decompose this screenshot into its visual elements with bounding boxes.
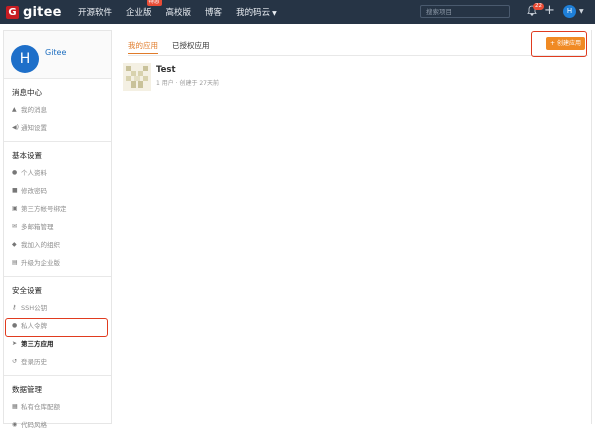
- logo-text: gitee: [23, 4, 62, 20]
- nav-enterprise[interactable]: 企业版 特惠: [126, 0, 162, 18]
- user-icon: ●: [12, 169, 18, 176]
- settings-sidebar: H Gitee 消息中心 ▲ 我的消息 ◀) 通知设置 基本设置 ● 个人资料 ■ 修改…: [3, 30, 112, 429]
- team-icon: ◆: [12, 241, 17, 248]
- chevron-down-icon[interactable]: ▼: [579, 8, 584, 15]
- profile-name[interactable]: Gitee: [45, 48, 66, 57]
- promo-badge: 特惠: [146, 0, 162, 6]
- app-name[interactable]: Test: [156, 65, 176, 75]
- sidebar-item-upgrade[interactable]: ▤ 升级为企业版: [4, 254, 111, 272]
- section-title: 数据管理: [12, 385, 42, 394]
- notification-count-badge: 22: [533, 3, 544, 10]
- sidebar-item-my-messages[interactable]: ▲ 我的消息: [4, 101, 111, 119]
- tab-authorized-apps[interactable]: 已授权应用: [172, 40, 210, 54]
- section-title: 消息中心: [12, 88, 42, 97]
- search-input[interactable]: 搜索项目: [420, 5, 510, 18]
- app-meta: 1 用户 · 创建于 27天前: [156, 80, 219, 87]
- sidebar-item-notification-settings[interactable]: ◀) 通知设置: [4, 119, 111, 137]
- sidebar-item-profile[interactable]: ● 个人资料: [4, 164, 111, 182]
- sidebar-item-organizations[interactable]: ◆ 我加入的组织: [4, 236, 111, 254]
- sidebar-item-emails[interactable]: ✉ 多邮箱管理: [4, 218, 111, 236]
- sidebar-item-label: 登录历史: [21, 358, 47, 366]
- sidebar-item-label: 第三方应用: [21, 340, 54, 348]
- plus-icon[interactable]: +: [544, 3, 555, 18]
- nav-blog[interactable]: 博客: [205, 6, 222, 18]
- sidebar-item-label: 通知设置: [21, 124, 47, 132]
- sidebar-item-third-party-apps[interactable]: ➤ 第三方应用: [4, 335, 111, 353]
- sidebar-section-basic: 基本设置 ● 个人资料 ■ 修改密码 ▣ 第三方帐号绑定 ✉ 多邮箱管理 ◆ 我加入的组织…: [4, 142, 111, 277]
- key-icon: ⚷: [12, 304, 17, 311]
- volume-icon: ◀): [12, 124, 19, 131]
- sidebar-item-label: 修改密码: [21, 187, 47, 195]
- sidebar-item-label: 代码风格: [21, 421, 47, 429]
- chevron-down-icon: ▼: [272, 10, 277, 17]
- main-content: 我的应用 已授权应用 + 创建应用 Test 1 用户 · 创建于 27天前: [112, 30, 592, 424]
- nav-enterprise-label: 企业版: [126, 8, 152, 18]
- sidebar-item-label: 升级为企业版: [21, 259, 60, 267]
- nav-open-source[interactable]: 开源软件: [78, 6, 112, 18]
- sidebar-item-ssh-keys[interactable]: ⚷ SSH公钥: [4, 299, 111, 317]
- card-icon: ▣: [12, 205, 18, 212]
- sidebar-item-label: 第三方帐号绑定: [21, 205, 67, 213]
- sidebar-item-label: SSH公钥: [21, 304, 48, 312]
- avatar[interactable]: H: [11, 45, 39, 73]
- main-nav: 开源软件 企业版 特惠 高校版 博客 我的码云 ▼: [78, 0, 291, 24]
- nav-education[interactable]: 高校版: [166, 6, 192, 18]
- database-icon: ▦: [12, 403, 18, 410]
- annotation-highlight-third-party-apps: [5, 318, 108, 337]
- sidebar-item-label: 个人资料: [21, 169, 47, 177]
- sidebar-section-messages: 消息中心 ▲ 我的消息 ◀) 通知设置: [4, 79, 111, 142]
- profile-card: H Gitee: [4, 31, 111, 79]
- nav-my-gitee-label: 我的码云: [236, 8, 271, 18]
- lock-icon: ■: [12, 187, 18, 194]
- section-title: 基本设置: [12, 151, 42, 160]
- annotation-highlight-create-button: [531, 31, 587, 57]
- sidebar-item-code-style[interactable]: ◉ 代码风格: [4, 416, 111, 434]
- palette-icon: ◉: [12, 421, 18, 428]
- logo-mark: G: [6, 5, 19, 19]
- top-navbar: G gitee 开源软件 企业版 特惠 高校版 博客 我的码云 ▼ 搜索项目 22…: [0, 0, 595, 24]
- sidebar-item-label: 我的消息: [21, 106, 47, 114]
- tab-divider: [128, 55, 588, 56]
- sidebar-section-data: 数据管理 ▦ 私有仓库配额 ◉ 代码风格: [4, 376, 111, 438]
- history-icon: ↺: [12, 358, 18, 365]
- rocket-icon: ➤: [12, 340, 18, 347]
- user-avatar[interactable]: H: [563, 5, 576, 18]
- sidebar-item-label: 我加入的组织: [21, 241, 60, 249]
- mail-icon: ✉: [12, 223, 18, 230]
- app-identicon: [123, 63, 151, 91]
- gitee-logo[interactable]: G gitee: [6, 4, 62, 20]
- sidebar-item-label: 多邮箱管理: [21, 223, 54, 231]
- sidebar-item-login-history[interactable]: ↺ 登录历史: [4, 353, 111, 371]
- bell-icon: ▲: [12, 106, 17, 113]
- upgrade-icon: ▤: [12, 259, 18, 266]
- sidebar-item-third-party-accounts[interactable]: ▣ 第三方帐号绑定: [4, 200, 111, 218]
- sidebar-item-quota[interactable]: ▦ 私有仓库配额: [4, 398, 111, 416]
- app-tabs: 我的应用 已授权应用: [128, 40, 224, 54]
- list-item[interactable]: Test 1 用户 · 创建于 27天前: [123, 63, 583, 93]
- sidebar-item-label: 私有仓库配额: [21, 403, 60, 411]
- nav-my-gitee[interactable]: 我的码云 ▼: [236, 6, 277, 18]
- section-title: 安全设置: [12, 286, 42, 295]
- sidebar-item-password[interactable]: ■ 修改密码: [4, 182, 111, 200]
- tab-my-apps[interactable]: 我的应用: [128, 40, 158, 54]
